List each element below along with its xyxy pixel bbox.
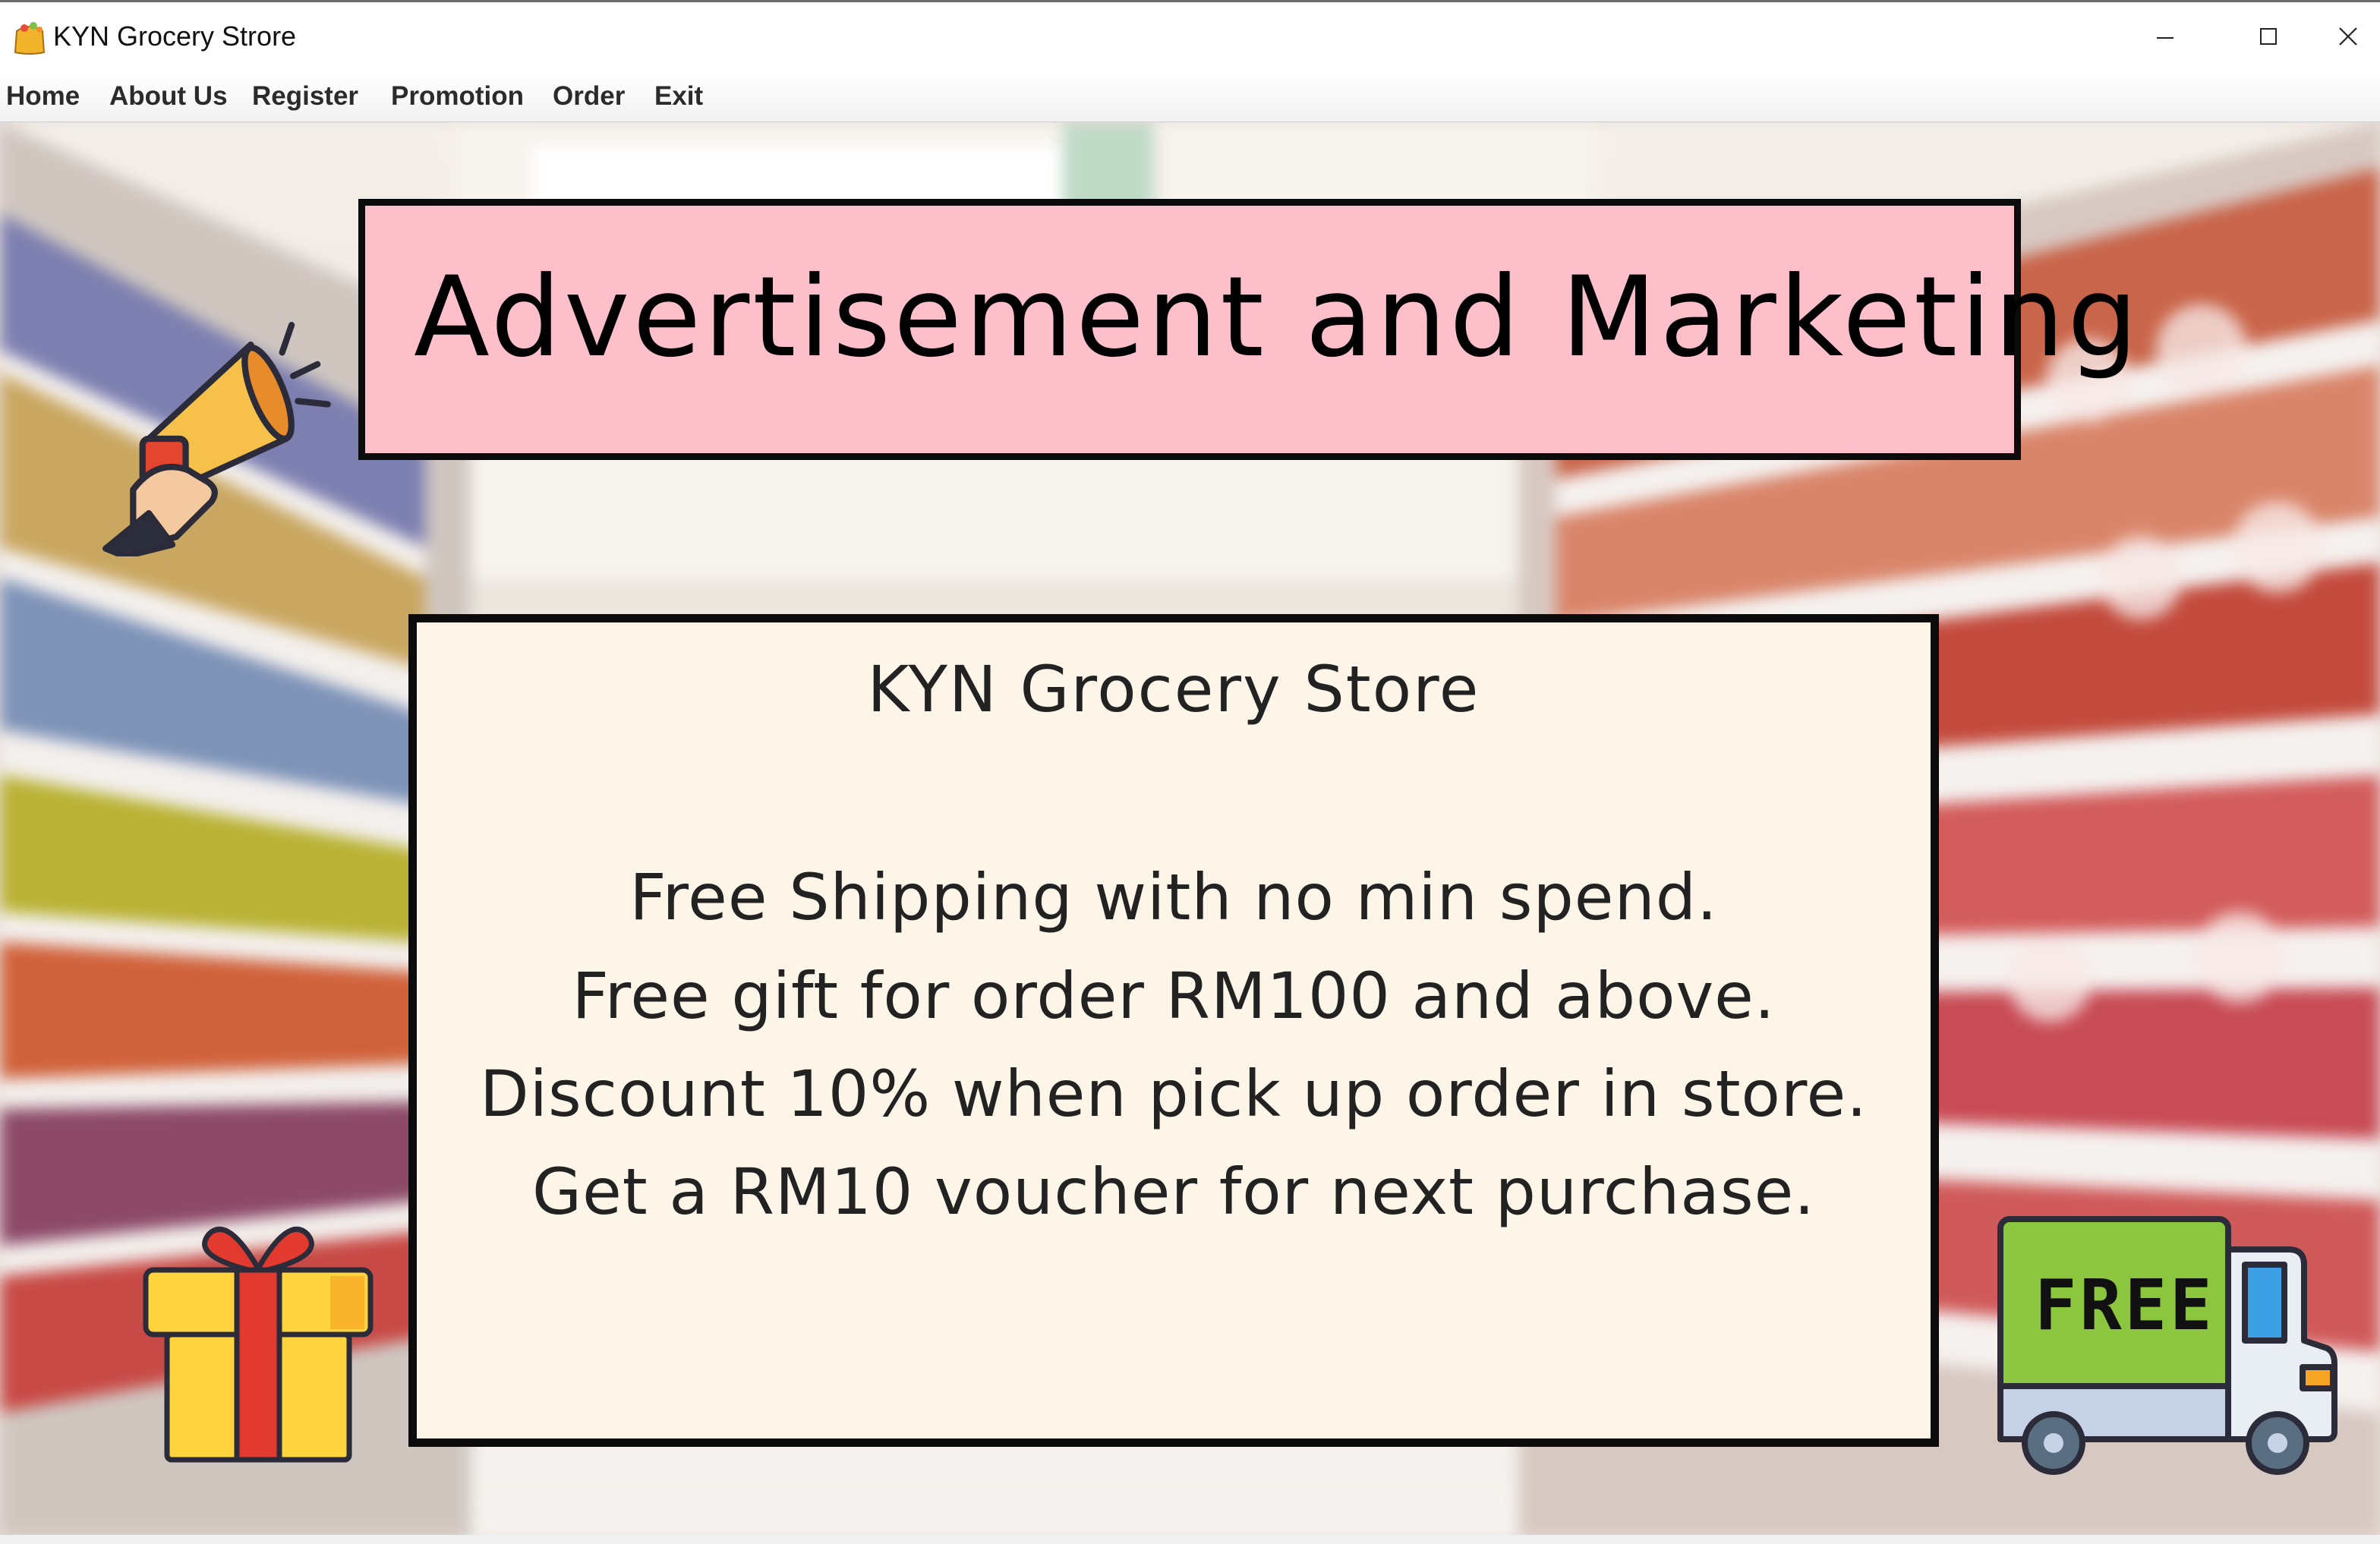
menu-item-about-us[interactable]: About Us <box>106 76 231 117</box>
promotion-panel: KYN Grocery Store Free Shipping with no … <box>408 614 1939 1447</box>
headline-title: Advertisement and Marketing <box>414 253 2141 382</box>
truck-free-label: FREE <box>2035 1265 2215 1346</box>
window-bottom-edge <box>0 1535 2380 1544</box>
menu-item-home[interactable]: Home <box>3 76 83 117</box>
menu-item-promotion[interactable]: Promotion <box>388 76 527 117</box>
title-bar: KYN Grocery Strore <box>0 0 2380 71</box>
window-title: KYN Grocery Strore <box>53 20 297 52</box>
menu-item-order[interactable]: Order <box>550 76 628 117</box>
promo-line: Free Shipping with no min spend. <box>629 860 1718 934</box>
minimize-button[interactable] <box>2112 2 2218 71</box>
promo-line: Free gift for order RM100 and above. <box>572 959 1776 1033</box>
menu-item-register[interactable]: Register <box>249 76 361 117</box>
grocery-bag-icon <box>14 22 46 55</box>
promo-store-title: KYN Grocery Store <box>867 652 1480 726</box>
close-icon <box>2338 27 2357 46</box>
promo-line: Discount 10% when pick up order in store… <box>479 1057 1868 1131</box>
close-button[interactable] <box>2315 2 2380 71</box>
menu-bar: Home About Us Register Promotion Order E… <box>0 71 2380 122</box>
minimize-icon <box>2157 37 2174 39</box>
megaphone-icon <box>102 322 331 556</box>
maximize-button[interactable] <box>2215 2 2322 71</box>
gift-icon <box>143 1226 374 1463</box>
maximize-icon <box>2260 28 2277 45</box>
promo-line: Get a RM10 voucher for next purchase. <box>532 1155 1815 1229</box>
headline-banner: Advertisement and Marketing <box>358 199 2138 460</box>
menu-item-exit[interactable]: Exit <box>651 76 706 117</box>
